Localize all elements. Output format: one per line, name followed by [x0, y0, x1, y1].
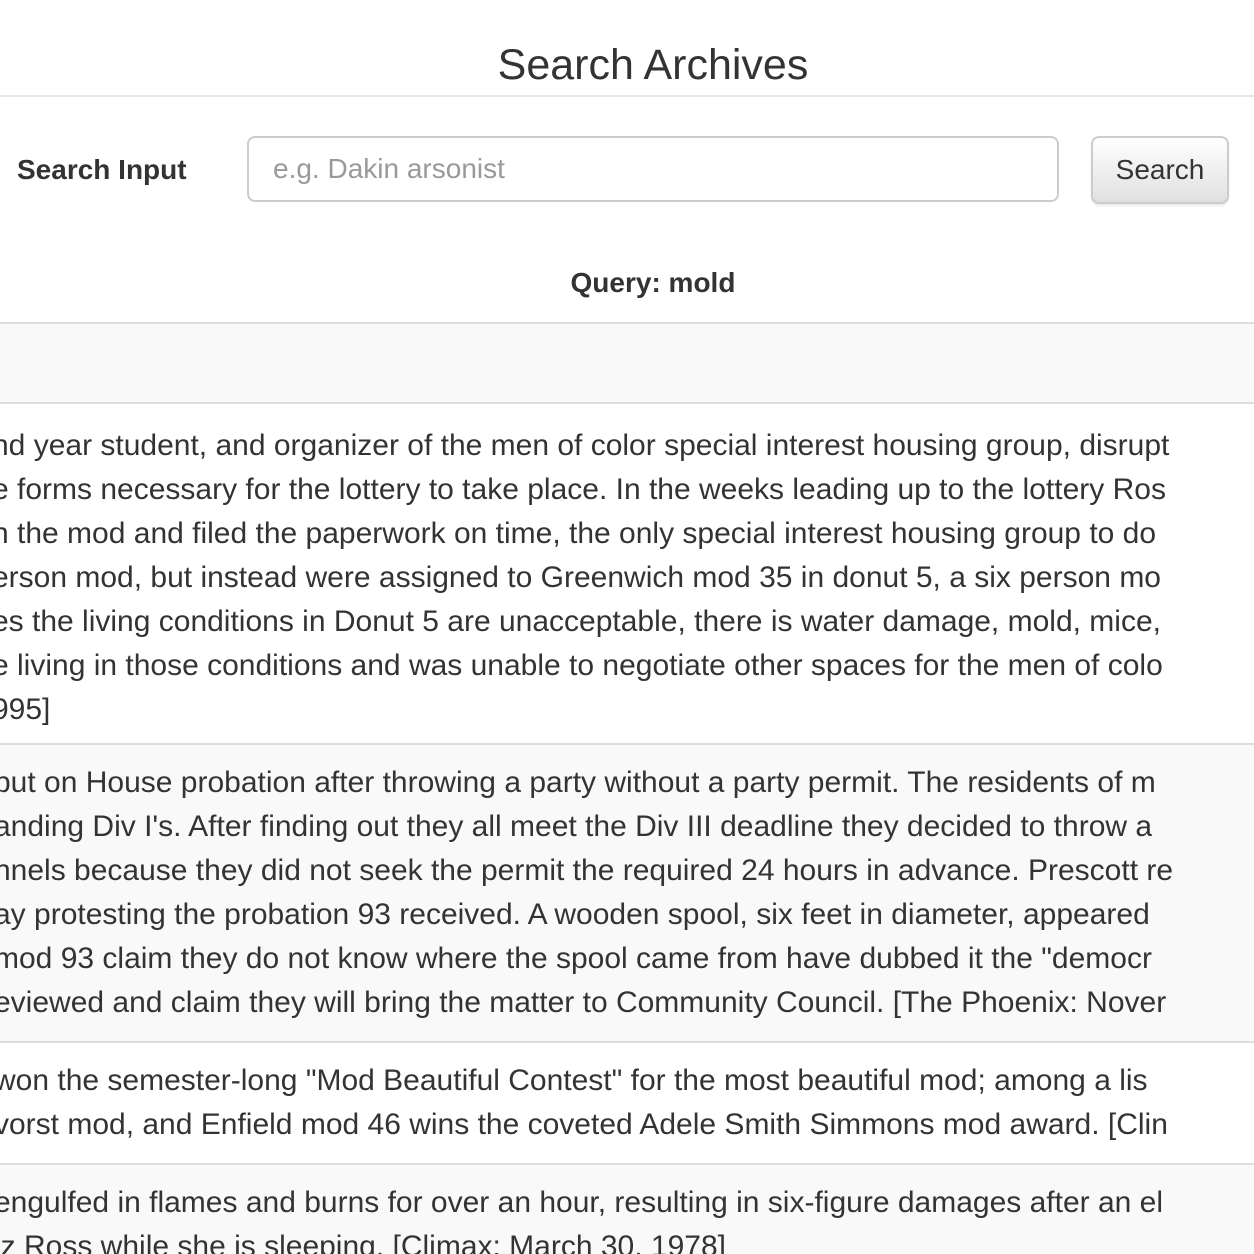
- result-line: nnels because they did not seek the perm…: [0, 854, 1174, 887]
- result-row: engulfed in flames and burns for over an…: [0, 1165, 1254, 1254]
- results-table: nd year student, and organizer of the me…: [0, 322, 1254, 1254]
- page-title: Search Archives: [497, 41, 809, 89]
- search-button[interactable]: Search: [1091, 136, 1229, 204]
- result-text: put on House probation after throwing a …: [0, 761, 1248, 1025]
- result-line: anding Div I's. After finding out they a…: [0, 810, 1153, 843]
- result-row: put on House probation after throwing a …: [0, 745, 1254, 1043]
- results-table-header: [0, 322, 1254, 404]
- result-line: es the living conditions in Donut 5 are …: [0, 605, 1161, 638]
- result-text: engulfed in flames and burns for over an…: [0, 1181, 1248, 1254]
- result-line: e forms necessary for the lottery to tak…: [0, 473, 1166, 506]
- result-line: vorst mod, and Enfield mod 46 wins the c…: [0, 1108, 1168, 1141]
- result-line: ay protesting the probation 93 received.…: [0, 898, 1150, 931]
- result-line: iz Ross while she is sleeping. [Climax: …: [0, 1230, 726, 1254]
- search-input-label: Search Input: [17, 154, 187, 185]
- result-line: mod 93 claim they do not know where the …: [0, 942, 1152, 975]
- result-line: erson mod, but instead were assigned to …: [0, 561, 1161, 594]
- result-line: put on House probation after throwing a …: [0, 766, 1156, 799]
- result-line: nd year student, and organizer of the me…: [0, 429, 1170, 462]
- search-archives-page: Search Archives Search Input Search Quer…: [0, 0, 1254, 1254]
- result-line: engulfed in flames and burns for over an…: [0, 1186, 1164, 1219]
- result-line: 995]: [0, 693, 51, 726]
- result-line: e living in those conditions and was una…: [0, 649, 1163, 682]
- result-line: won the semester-long "Mod Beautiful Con…: [0, 1064, 1148, 1097]
- result-row: won the semester-long "Mod Beautiful Con…: [0, 1043, 1254, 1165]
- search-input[interactable]: [247, 136, 1059, 202]
- result-text: won the semester-long "Mod Beautiful Con…: [0, 1059, 1248, 1147]
- title-bar: Search Archives: [0, 0, 1254, 97]
- result-text: nd year student, and organizer of the me…: [0, 424, 1246, 732]
- result-line: eviewed and claim they will bring the ma…: [0, 986, 1167, 1019]
- result-line: n the mod and filed the paperwork on tim…: [0, 517, 1157, 550]
- result-row: nd year student, and organizer of the me…: [0, 404, 1254, 745]
- query-display: Query: mold: [570, 267, 736, 298]
